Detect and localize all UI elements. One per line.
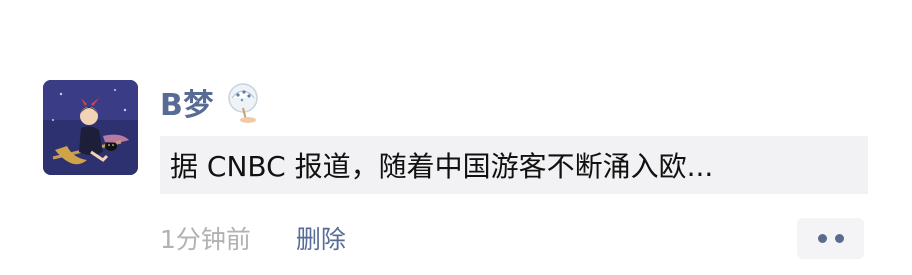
two-dots-icon bbox=[817, 234, 827, 243]
shared-link-title: 据 CNBC 报道，随着中国游客不断涌入欧... bbox=[170, 150, 714, 183]
avatar[interactable] bbox=[43, 80, 138, 175]
shared-link-card[interactable]: 据 CNBC 报道，随着中国游客不断涌入欧... bbox=[160, 136, 868, 194]
post-meta: 1分钟前 删除 bbox=[160, 218, 346, 258]
author-name[interactable]: B梦 bbox=[160, 80, 214, 124]
moment-post: B梦 据 CNBC 报道，随着中国游客不断涌入欧... 1分钟前 删除 bbox=[0, 0, 912, 275]
author-row: B梦 bbox=[160, 78, 264, 126]
delete-button[interactable]: 删除 bbox=[296, 220, 346, 256]
fan-sticker-icon bbox=[224, 80, 264, 124]
two-dots-icon bbox=[834, 234, 844, 243]
more-actions-button[interactable] bbox=[797, 218, 864, 259]
post-timestamp: 1分钟前 bbox=[160, 225, 251, 254]
avatar-image bbox=[43, 80, 138, 175]
